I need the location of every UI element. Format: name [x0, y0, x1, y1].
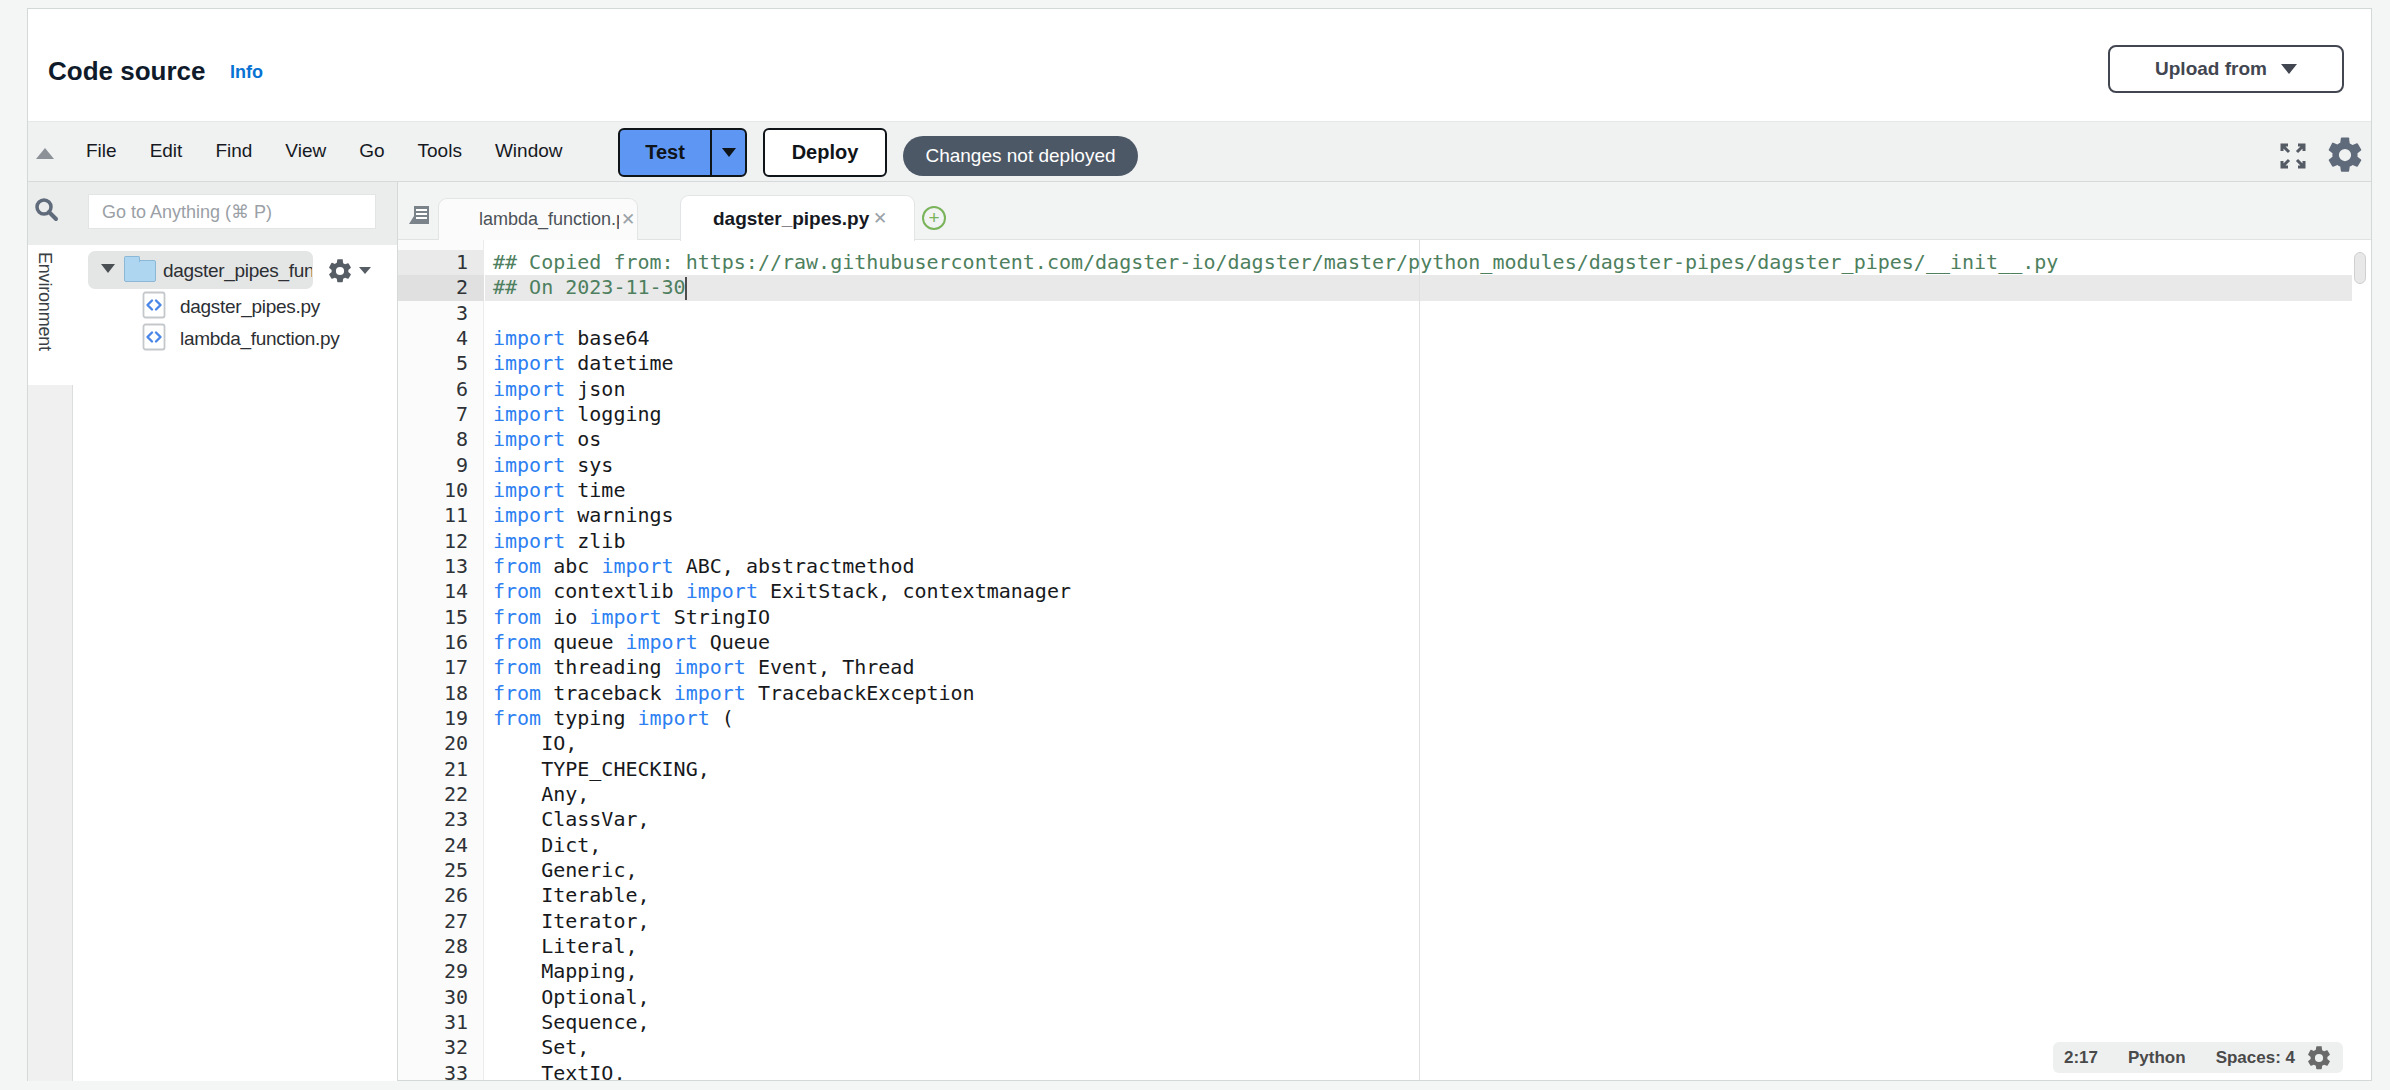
tree-settings-gear-icon[interactable]	[326, 257, 354, 285]
cursor-position[interactable]: 2:17	[2064, 1048, 2098, 1068]
settings-gear-icon[interactable]	[2324, 134, 2366, 176]
changes-not-deployed-badge: Changes not deployed	[903, 136, 1138, 176]
code-file-icon	[142, 291, 166, 319]
left-dock-strip	[28, 385, 73, 1081]
page-title: Code source	[48, 56, 206, 87]
info-link[interactable]: Info	[230, 62, 263, 83]
close-tab-icon[interactable]: ✕	[873, 208, 887, 229]
tree-folder-label[interactable]: dagster_pipes_function	[163, 260, 312, 282]
tab-dagster-pipes[interactable]: dagster_pipes.py ✕	[680, 195, 915, 241]
search-input[interactable]: Go to Anything (⌘ P)	[88, 194, 376, 229]
menu-go[interactable]: Go	[359, 140, 384, 162]
tree-gear-caret-icon[interactable]	[359, 267, 371, 274]
search-icon	[33, 196, 59, 222]
folder-disclosure-icon[interactable]	[101, 264, 115, 273]
tree-file-dagster-pipes[interactable]: dagster_pipes.py	[180, 296, 320, 318]
code-editor[interactable]: 1234567891011121314151617181920212223242…	[398, 240, 2371, 1080]
line-numbers: 1234567891011121314151617181920212223242…	[398, 250, 468, 1080]
editor-status-bar: 2:17 Python Spaces: 4	[2053, 1042, 2343, 1073]
vertical-scrollbar-thumb[interactable]	[2354, 252, 2366, 284]
open-files-list-icon[interactable]	[407, 203, 433, 231]
test-button-label[interactable]: Test	[620, 130, 710, 175]
code-file-icon	[142, 323, 166, 351]
upload-from-label: Upload from	[2155, 58, 2267, 80]
menu-file[interactable]: File	[86, 140, 117, 162]
language-mode[interactable]: Python	[2128, 1048, 2186, 1068]
tab-label: dagster_pipes.py	[713, 208, 871, 230]
menu-find[interactable]: Find	[215, 140, 252, 162]
folder-icon	[124, 260, 156, 282]
menu-view[interactable]: View	[285, 140, 326, 162]
tree-file-lambda-function[interactable]: lambda_function.py	[180, 328, 339, 350]
menu-items: File Edit Find View Go Tools Window	[86, 121, 562, 181]
fullscreen-icon[interactable]	[2277, 140, 2309, 172]
deploy-button[interactable]: Deploy	[763, 128, 887, 177]
test-dropdown[interactable]	[710, 130, 745, 175]
test-button[interactable]: Test	[618, 128, 747, 177]
menu-tools[interactable]: Tools	[418, 140, 462, 162]
text-cursor	[685, 277, 687, 300]
chevron-down-icon	[722, 148, 736, 157]
indentation-setting[interactable]: Spaces: 4	[2216, 1048, 2295, 1068]
chevron-down-icon	[2281, 64, 2297, 74]
new-tab-icon[interactable]: +	[922, 206, 946, 230]
close-tab-icon[interactable]: ✕	[621, 209, 635, 230]
code-content: ## Copied from: https://raw.githubuserco…	[493, 250, 2058, 1080]
status-settings-gear-icon[interactable]	[2305, 1044, 2333, 1072]
collapse-panel-icon[interactable]	[36, 148, 54, 159]
environment-panel-label: Environment	[34, 252, 55, 382]
upload-from-button[interactable]: Upload from	[2108, 45, 2344, 93]
menu-edit[interactable]: Edit	[150, 140, 183, 162]
tab-label: lambda_function.py	[479, 209, 619, 230]
menu-window[interactable]: Window	[495, 140, 563, 162]
tab-lambda-function[interactable]: lambda_function.py ✕	[438, 198, 638, 240]
file-tree	[73, 245, 397, 1081]
